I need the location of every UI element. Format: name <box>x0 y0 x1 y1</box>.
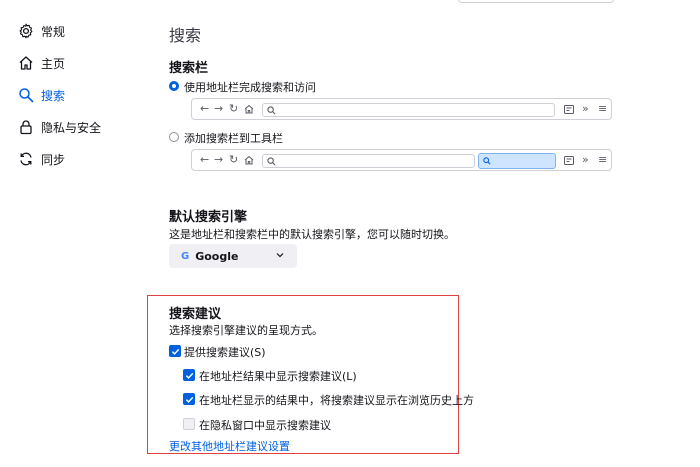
lock-icon <box>20 120 32 135</box>
checkbox-label[interactable]: 在地址栏结果中显示搜索建议(L) <box>199 368 357 384</box>
sidebar-item-privacy[interactable]: 隐私与安全 <box>18 115 101 139</box>
suggestions-heading: 搜索建议 <box>169 307 222 322</box>
sidebar-item-search[interactable]: 搜索 <box>18 83 65 107</box>
sidebar-item-sync[interactable]: 同步 <box>18 147 65 171</box>
search-icon <box>483 157 491 165</box>
google-logo-icon: G <box>181 250 190 262</box>
home-icon <box>244 104 254 114</box>
reader-icon <box>564 105 574 114</box>
radio-add-searchbar[interactable] <box>169 132 179 142</box>
home-icon <box>19 56 33 70</box>
overflow-icon: » <box>582 153 589 166</box>
searchbar-heading: 搜索栏 <box>169 61 209 76</box>
gear-icon <box>19 23 33 39</box>
sidebar-item-general[interactable]: 常规 <box>18 19 65 43</box>
search-icon <box>19 88 34 103</box>
home-icon <box>244 155 254 165</box>
default-engine-value: Google <box>195 249 239 263</box>
change-urlbar-suggestions-link[interactable]: 更改其他地址栏建议设置 <box>169 438 290 454</box>
checkbox-suggestions-above-history[interactable] <box>183 393 195 405</box>
reload-icon: ↻ <box>229 102 239 115</box>
checkbox-label[interactable]: 在地址栏显示的结果中，将搜索建议显示在浏览历史上方 <box>199 392 474 408</box>
default-engine-description: 这是地址栏和搜索栏中的默认搜索引擎，您可以随时切换。 <box>169 228 455 241</box>
checkbox-urlbar-suggestions[interactable] <box>183 369 195 381</box>
checkbox-offer-suggestions[interactable] <box>169 345 181 357</box>
default-engine-heading: 默认搜索引擎 <box>169 210 248 225</box>
urlbar-preview: ← → ↻ » ≡ <box>191 98 612 120</box>
suggestions-description: 选择搜索引擎建议的呈现方式。 <box>169 324 323 337</box>
sync-icon <box>20 152 32 166</box>
page-title: 搜索 <box>169 26 202 45</box>
search-icon <box>267 157 276 166</box>
checkbox-private-suggestions[interactable] <box>183 418 195 430</box>
checkbox-label[interactable]: 在隐私窗口中显示搜索建议 <box>199 417 331 433</box>
searchbar-field <box>478 153 556 169</box>
find-in-settings-input[interactable] <box>458 0 614 3</box>
overflow-icon: » <box>582 102 589 115</box>
sidebar-item-label: 同步 <box>41 152 66 167</box>
checkmark-icon <box>185 396 193 403</box>
urlbar-field <box>262 103 555 117</box>
checkmark-icon <box>171 348 179 355</box>
forward-arrow-icon: → <box>214 153 224 166</box>
chevron-down-icon <box>276 253 284 258</box>
radio-use-urlbar[interactable] <box>169 81 179 91</box>
radio-label-add-searchbar[interactable]: 添加搜索栏到工具栏 <box>184 130 283 146</box>
reload-icon: ↻ <box>229 153 239 166</box>
search-icon <box>267 106 276 115</box>
sidebar-item-home[interactable]: 主页 <box>18 51 65 75</box>
default-engine-select[interactable]: G Google <box>169 244 297 268</box>
checkmark-icon <box>185 372 193 379</box>
forward-arrow-icon: → <box>214 102 224 115</box>
back-arrow-icon: ← <box>200 102 210 115</box>
sidebar-item-label: 搜索 <box>41 88 66 103</box>
reader-icon <box>564 156 574 165</box>
searchbar-preview: ← → ↻ » ≡ <box>191 149 612 171</box>
menu-icon: ≡ <box>598 153 608 166</box>
checkbox-label[interactable]: 提供搜索建议(S) <box>184 344 266 360</box>
sidebar-item-label: 常规 <box>41 24 66 39</box>
back-arrow-icon: ← <box>200 153 210 166</box>
sidebar-item-label: 主页 <box>41 56 66 71</box>
radio-label-use-urlbar[interactable]: 使用地址栏完成搜索和访问 <box>184 79 316 95</box>
sidebar-item-label: 隐私与安全 <box>41 120 102 135</box>
menu-icon: ≡ <box>598 102 608 115</box>
urlbar-field <box>262 154 475 168</box>
